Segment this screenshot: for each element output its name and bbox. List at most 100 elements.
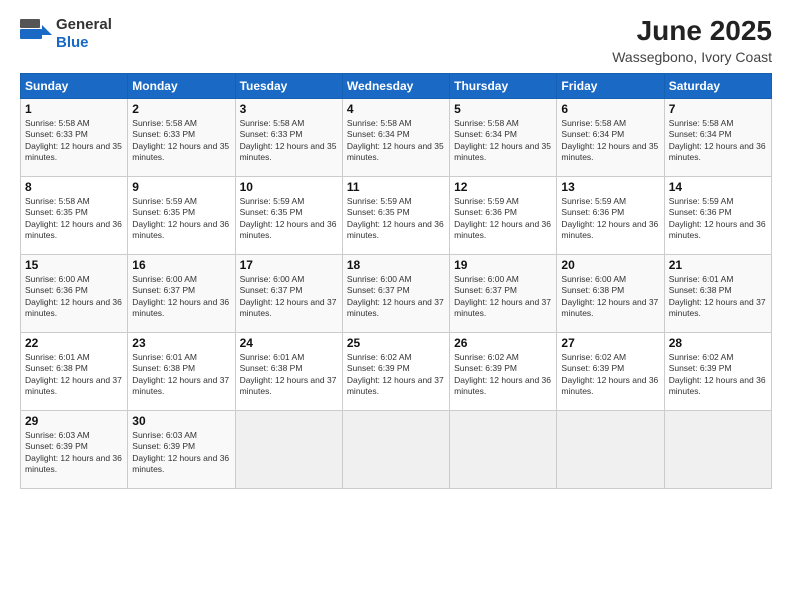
day-number: 28	[669, 336, 767, 350]
table-row	[450, 410, 557, 488]
table-row: 22Sunrise: 6:01 AMSunset: 6:38 PMDayligh…	[21, 332, 128, 410]
logo-text: General Blue	[56, 16, 112, 52]
day-number: 16	[132, 258, 230, 272]
day-number: 22	[25, 336, 123, 350]
day-info: Sunrise: 5:58 AMSunset: 6:34 PMDaylight:…	[669, 118, 766, 162]
title-block: June 2025 Wassegbono, Ivory Coast	[612, 16, 772, 65]
day-info: Sunrise: 6:02 AMSunset: 6:39 PMDaylight:…	[347, 352, 444, 396]
table-row: 9 Sunrise: 5:59 AMSunset: 6:35 PMDaylight…	[128, 176, 235, 254]
page-container: General Blue June 2025 Wassegbono, Ivory…	[0, 0, 792, 612]
day-info: Sunrise: 6:03 AMSunset: 6:39 PMDaylight:…	[132, 430, 229, 474]
day-number: 9	[132, 180, 230, 194]
table-row: 25Sunrise: 6:02 AMSunset: 6:39 PMDayligh…	[342, 332, 449, 410]
day-info: Sunrise: 6:00 AMSunset: 6:37 PMDaylight:…	[454, 274, 551, 318]
table-row: 5 Sunrise: 5:58 AMSunset: 6:34 PMDaylight…	[450, 98, 557, 176]
day-info: Sunrise: 5:59 AMSunset: 6:35 PMDaylight:…	[347, 196, 444, 240]
day-number: 3	[240, 102, 338, 116]
day-info: Sunrise: 6:00 AMSunset: 6:36 PMDaylight:…	[25, 274, 122, 318]
table-row: 21Sunrise: 6:01 AMSunset: 6:38 PMDayligh…	[664, 254, 771, 332]
day-number: 4	[347, 102, 445, 116]
col-saturday: Saturday	[664, 73, 771, 98]
day-number: 2	[132, 102, 230, 116]
day-info: Sunrise: 5:58 AMSunset: 6:33 PMDaylight:…	[132, 118, 229, 162]
table-row: 11 Sunrise: 5:59 AMSunset: 6:35 PMDayligh…	[342, 176, 449, 254]
day-number: 20	[561, 258, 659, 272]
day-info: Sunrise: 5:58 AMSunset: 6:33 PMDaylight:…	[25, 118, 122, 162]
calendar-week-row: 29 Sunrise: 6:03 AMSunset: 6:39 PMDayligh…	[21, 410, 772, 488]
calendar-week-row: 8 Sunrise: 5:58 AMSunset: 6:35 PMDaylight…	[21, 176, 772, 254]
calendar-week-row: 15 Sunrise: 6:00 AMSunset: 6:36 PMDayligh…	[21, 254, 772, 332]
table-row: 20Sunrise: 6:00 AMSunset: 6:38 PMDayligh…	[557, 254, 664, 332]
table-row: 1Sunrise: 5:58 AMSunset: 6:33 PMDaylight…	[21, 98, 128, 176]
day-number: 17	[240, 258, 338, 272]
table-row: 26Sunrise: 6:02 AMSunset: 6:39 PMDayligh…	[450, 332, 557, 410]
table-row: 4 Sunrise: 5:58 AMSunset: 6:34 PMDaylight…	[342, 98, 449, 176]
table-row: 12 Sunrise: 5:59 AMSunset: 6:36 PMDayligh…	[450, 176, 557, 254]
table-row: 14Sunrise: 5:59 AMSunset: 6:36 PMDayligh…	[664, 176, 771, 254]
day-number: 19	[454, 258, 552, 272]
table-row: 3 Sunrise: 5:58 AMSunset: 6:33 PMDaylight…	[235, 98, 342, 176]
day-number: 12	[454, 180, 552, 194]
col-sunday: Sunday	[21, 73, 128, 98]
day-number: 26	[454, 336, 552, 350]
table-row: 30 Sunrise: 6:03 AMSunset: 6:39 PMDayligh…	[128, 410, 235, 488]
day-info: Sunrise: 5:59 AMSunset: 6:35 PMDaylight:…	[132, 196, 229, 240]
col-tuesday: Tuesday	[235, 73, 342, 98]
day-number: 7	[669, 102, 767, 116]
day-info: Sunrise: 5:58 AMSunset: 6:34 PMDaylight:…	[561, 118, 658, 162]
table-row: 17 Sunrise: 6:00 AMSunset: 6:37 PMDayligh…	[235, 254, 342, 332]
day-number: 6	[561, 102, 659, 116]
day-info: Sunrise: 6:00 AMSunset: 6:37 PMDaylight:…	[240, 274, 337, 318]
table-row	[664, 410, 771, 488]
table-row: 19 Sunrise: 6:00 AMSunset: 6:37 PMDayligh…	[450, 254, 557, 332]
day-info: Sunrise: 6:01 AMSunset: 6:38 PMDaylight:…	[132, 352, 229, 396]
day-info: Sunrise: 5:59 AMSunset: 6:36 PMDaylight:…	[454, 196, 551, 240]
day-number: 15	[25, 258, 123, 272]
col-wednesday: Wednesday	[342, 73, 449, 98]
table-row: 18Sunrise: 6:00 AMSunset: 6:37 PMDayligh…	[342, 254, 449, 332]
table-row: 27Sunrise: 6:02 AMSunset: 6:39 PMDayligh…	[557, 332, 664, 410]
table-row: 13Sunrise: 5:59 AMSunset: 6:36 PMDayligh…	[557, 176, 664, 254]
calendar-week-row: 1Sunrise: 5:58 AMSunset: 6:33 PMDaylight…	[21, 98, 772, 176]
day-number: 11	[347, 180, 445, 194]
location: Wassegbono, Ivory Coast	[612, 49, 772, 65]
day-info: Sunrise: 6:02 AMSunset: 6:39 PMDaylight:…	[669, 352, 766, 396]
day-info: Sunrise: 5:58 AMSunset: 6:34 PMDaylight:…	[347, 118, 444, 162]
logo-icon	[20, 19, 52, 50]
day-number: 5	[454, 102, 552, 116]
logo-blue: Blue	[56, 34, 89, 51]
day-number: 21	[669, 258, 767, 272]
day-info: Sunrise: 5:58 AMSunset: 6:33 PMDaylight:…	[240, 118, 337, 162]
day-info: Sunrise: 6:02 AMSunset: 6:39 PMDaylight:…	[561, 352, 658, 396]
month-year: June 2025	[612, 16, 772, 47]
table-row: 15 Sunrise: 6:00 AMSunset: 6:36 PMDayligh…	[21, 254, 128, 332]
logo: General Blue	[20, 16, 112, 52]
calendar-header-row: Sunday Monday Tuesday Wednesday Thursday…	[21, 73, 772, 98]
table-row: 10 Sunrise: 5:59 AMSunset: 6:35 PMDayligh…	[235, 176, 342, 254]
table-row: 23Sunrise: 6:01 AMSunset: 6:38 PMDayligh…	[128, 332, 235, 410]
day-info: Sunrise: 5:59 AMSunset: 6:35 PMDaylight:…	[240, 196, 337, 240]
day-info: Sunrise: 5:59 AMSunset: 6:36 PMDaylight:…	[561, 196, 658, 240]
day-info: Sunrise: 6:00 AMSunset: 6:37 PMDaylight:…	[132, 274, 229, 318]
day-number: 24	[240, 336, 338, 350]
day-number: 8	[25, 180, 123, 194]
day-info: Sunrise: 6:00 AMSunset: 6:37 PMDaylight:…	[347, 274, 444, 318]
table-row	[557, 410, 664, 488]
col-monday: Monday	[128, 73, 235, 98]
day-info: Sunrise: 5:58 AMSunset: 6:35 PMDaylight:…	[25, 196, 122, 240]
day-number: 30	[132, 414, 230, 428]
day-number: 14	[669, 180, 767, 194]
table-row: 29Sunrise: 6:03 AMSunset: 6:39 PMDayligh…	[21, 410, 128, 488]
logo-general: General	[56, 16, 112, 33]
table-row: 28 Sunrise: 6:02 AMSunset: 6:39 PMDayligh…	[664, 332, 771, 410]
col-friday: Friday	[557, 73, 664, 98]
col-thursday: Thursday	[450, 73, 557, 98]
day-number: 10	[240, 180, 338, 194]
table-row: 2 Sunrise: 5:58 AMSunset: 6:33 PMDaylight…	[128, 98, 235, 176]
day-number: 29	[25, 414, 123, 428]
table-row: 8 Sunrise: 5:58 AMSunset: 6:35 PMDaylight…	[21, 176, 128, 254]
day-info: Sunrise: 5:58 AMSunset: 6:34 PMDaylight:…	[454, 118, 551, 162]
table-row: 24 Sunrise: 6:01 AMSunset: 6:38 PMDayligh…	[235, 332, 342, 410]
day-info: Sunrise: 6:01 AMSunset: 6:38 PMDaylight:…	[240, 352, 337, 396]
table-row: 6 Sunrise: 5:58 AMSunset: 6:34 PMDaylight…	[557, 98, 664, 176]
